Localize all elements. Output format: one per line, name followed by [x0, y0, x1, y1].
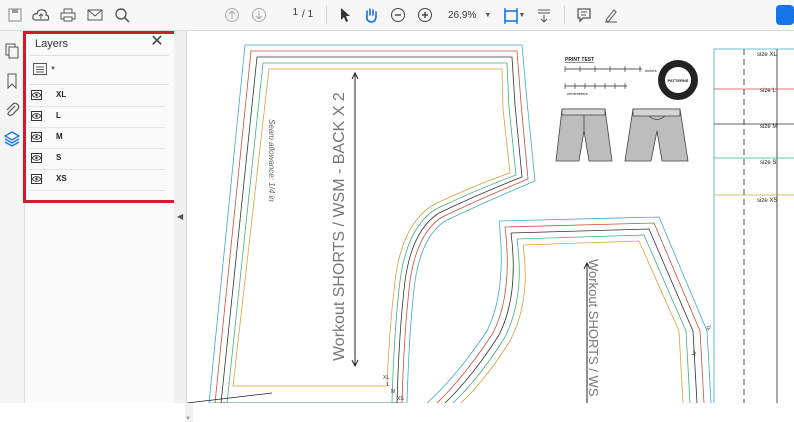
sewing-pattern-page: Workout SHORTS / WSM - BACK X 2 Seam all… [187, 44, 794, 403]
bookmark-icon[interactable] [4, 73, 20, 90]
size-label-xl: size XL [757, 52, 777, 58]
size-label-l: size L [760, 88, 776, 94]
front-piece-title: Workout SHORTS / WS [586, 259, 601, 397]
layer-row-m[interactable]: M [29, 128, 165, 149]
shorts-illustration-right [624, 108, 689, 162]
layer-row-xs[interactable]: XS [29, 170, 165, 191]
left-navigation-rail [0, 31, 25, 403]
size-code: L [387, 382, 390, 388]
zoom-level-select[interactable]: 26,9% ▼ [442, 5, 492, 25]
cloud-upload-icon[interactable] [30, 4, 52, 26]
layer-row-s[interactable]: S [29, 149, 165, 170]
share-button[interactable] [776, 5, 794, 25]
scroll-down-icon[interactable]: ▼ [185, 416, 191, 422]
chevron-down-icon: ▼ [484, 11, 492, 19]
back-piece-title: Workout SHORTS / WSM - BACK X 2 [331, 92, 348, 361]
previous-page-icon[interactable] [221, 4, 243, 26]
size-label-xs: size XS [757, 198, 777, 204]
print-icon[interactable] [57, 4, 79, 26]
panel-divider [29, 84, 169, 85]
page-number-input[interactable]: 1 [278, 7, 298, 23]
fit-options-chevron-icon[interactable]: ▼ [517, 4, 527, 26]
print-test-label: PRINT TEST [565, 57, 594, 63]
panel-divider [29, 55, 169, 56]
layer-name: XS [56, 174, 67, 183]
total-pages: 1 [307, 9, 314, 20]
size-label-s: size S [760, 160, 776, 166]
eye-visibility-icon[interactable] [31, 153, 42, 163]
collapse-panel-icon[interactable]: ◀ [177, 212, 183, 221]
pages-thumbnail-icon[interactable] [4, 43, 20, 59]
select-cursor-icon[interactable] [334, 4, 356, 26]
hand-tool-icon[interactable] [360, 4, 382, 26]
page-count: / 1 [302, 9, 313, 20]
chevron-down-icon: ▼ [50, 66, 56, 72]
size-code: M [391, 389, 395, 395]
eye-visibility-icon[interactable] [31, 111, 42, 121]
eye-visibility-icon[interactable] [31, 90, 42, 100]
options-list-icon [33, 63, 47, 75]
document-canvas[interactable]: Workout SHORTS / WSM - BACK X 2 Seam all… [187, 31, 794, 403]
next-page-icon[interactable] [248, 4, 270, 26]
layer-row-xl[interactable]: XL [29, 86, 165, 107]
shorts-illustration-left [555, 108, 613, 162]
main-toolbar: 1 / 1 26,9% ▼ ▼ [0, 0, 794, 31]
zoom-level-value: 26,9% [448, 9, 477, 21]
layers-panel: Layers ✕ ▼ XL L M S XS ▲ ▼ [25, 31, 193, 422]
zoom-out-icon[interactable] [387, 4, 409, 26]
layers-icon[interactable] [3, 131, 21, 147]
draw-pen-icon[interactable] [600, 4, 622, 26]
size-label-m: size M [760, 124, 777, 130]
layer-name: S [56, 153, 62, 162]
layer-options-menu[interactable]: ▼ [33, 61, 59, 77]
attachment-icon[interactable] [4, 101, 20, 117]
layer-name: L [56, 111, 61, 120]
comment-icon[interactable] [573, 4, 595, 26]
toolbar-divider [326, 6, 327, 24]
close-icon[interactable]: ✕ [149, 34, 165, 50]
page-separator: / [302, 9, 305, 20]
inches-label: inches [645, 68, 657, 73]
size-code: XL [705, 324, 713, 332]
email-icon[interactable] [84, 4, 106, 26]
eye-visibility-icon[interactable] [31, 174, 42, 184]
layer-name: XL [56, 90, 67, 99]
layer-row-l[interactable]: L [29, 107, 165, 128]
panel-title: Layers [35, 38, 69, 50]
size-code: XS [397, 396, 404, 402]
size-code: XL [383, 375, 389, 381]
seam-allowance-note: Seam allowance: 1/4 in [267, 119, 276, 202]
save-icon[interactable] [4, 4, 26, 26]
search-icon[interactable] [111, 4, 133, 26]
centimeters-label: centimeters [567, 91, 588, 96]
zoom-in-icon[interactable] [414, 4, 436, 26]
toolbar-divider [564, 6, 565, 24]
layer-name: M [56, 132, 63, 141]
eye-visibility-icon[interactable] [31, 132, 42, 142]
badge-text: PATTERNS [668, 78, 689, 83]
scroll-mode-icon[interactable] [533, 4, 555, 26]
size-code: M [691, 351, 698, 357]
